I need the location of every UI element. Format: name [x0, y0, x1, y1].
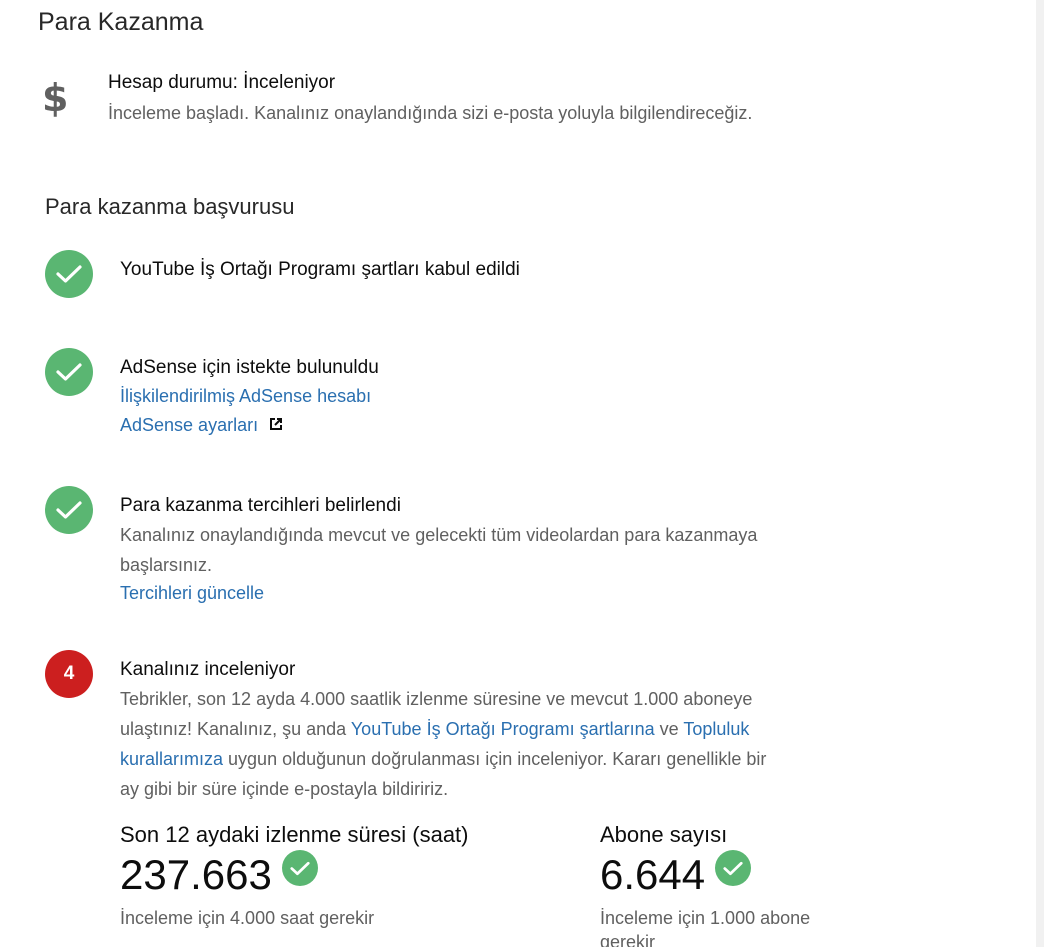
description-text: ve: [654, 719, 684, 739]
step-title: AdSense için istekte bulunuldu: [120, 357, 379, 378]
account-status-title: Hesap durumu: İnceleniyor: [108, 72, 336, 93]
step-description-line: kurallarımıza uygun olduğunun doğrulanma…: [120, 744, 840, 774]
step-title: Para kazanma tercihleri belirlendi: [120, 495, 401, 516]
check-icon: [715, 850, 752, 886]
partner-program-terms-link[interactable]: YouTube İş Ortağı Programı şartlarına: [351, 719, 655, 739]
external-link-icon[interactable]: [269, 411, 283, 443]
page-title: Para Kazanma: [38, 8, 204, 36]
dollar-icon: $: [42, 76, 69, 120]
step-title: Kanalınız inceleniyor: [120, 659, 296, 680]
metric-requirement-line: gerekir: [600, 932, 656, 947]
linked-adsense-account-link[interactable]: İlişkilendirilmiş AdSense hesabı: [120, 382, 840, 410]
community-guidelines-link[interactable]: Topluluk: [683, 719, 749, 739]
step-description-line: başlarsınız.: [120, 555, 213, 575]
adsense-settings-row: AdSense ayarları: [120, 410, 840, 443]
metric-label: Son 12 aydaki izlenme süresi (saat): [120, 822, 469, 847]
metric-value: 6.644: [600, 851, 706, 898]
check-icon: [45, 348, 93, 396]
watch-hours-metric: Son 12 aydaki izlenme süresi (saat) 237.…: [120, 822, 469, 930]
step-description-line: ay gibi bir süre içinde e-postayla bildi…: [120, 779, 449, 799]
metric-value-row: 237.663: [120, 850, 469, 898]
step-title: YouTube İş Ortağı Programı şartları kabu…: [120, 259, 520, 280]
metric-requirement: İnceleme için 1.000 abone gerekir: [600, 906, 810, 947]
description-text: uygun olduğunun doğrulanması için incele…: [223, 749, 767, 769]
account-status-description: İnceleme başladı. Kanalınız onaylandığın…: [108, 103, 753, 123]
check-icon: [45, 486, 93, 534]
metric-label: Abone sayısı: [600, 822, 728, 847]
step-number-badge: 4: [45, 650, 93, 698]
metric-value-row: 6.644: [600, 850, 810, 898]
step-description-line: ulaştınız! Kanalınız, şu anda YouTube İş…: [120, 714, 840, 744]
step-description-line: Kanalınız onaylandığında mevcut ve gelec…: [120, 525, 758, 545]
application-section-title: Para kazanma başvurusu: [45, 194, 295, 219]
description-text: ulaştınız! Kanalınız, şu anda: [120, 719, 351, 739]
community-guidelines-link[interactable]: kurallarımıza: [120, 749, 223, 769]
monetization-page: Para Kazanma $ Hesap durumu: İnceleniyor…: [0, 0, 1036, 947]
check-icon: [281, 850, 318, 886]
metric-value: 237.663: [120, 851, 272, 898]
subscribers-metric: Abone sayısı 6.644 İnceleme için 1.000 a…: [600, 822, 810, 947]
metric-requirement: İnceleme için 4.000 saat gerekir: [120, 908, 375, 928]
scrollbar[interactable]: [1036, 0, 1044, 947]
update-preferences-link[interactable]: Tercihleri güncelle: [120, 580, 840, 606]
step-description-line: Tebrikler, son 12 ayda 4.000 saatlik izl…: [120, 689, 753, 709]
check-icon: [45, 250, 93, 298]
metric-requirement-line: İnceleme için 1.000 abone: [600, 908, 811, 928]
adsense-settings-link[interactable]: AdSense ayarları: [120, 415, 258, 435]
